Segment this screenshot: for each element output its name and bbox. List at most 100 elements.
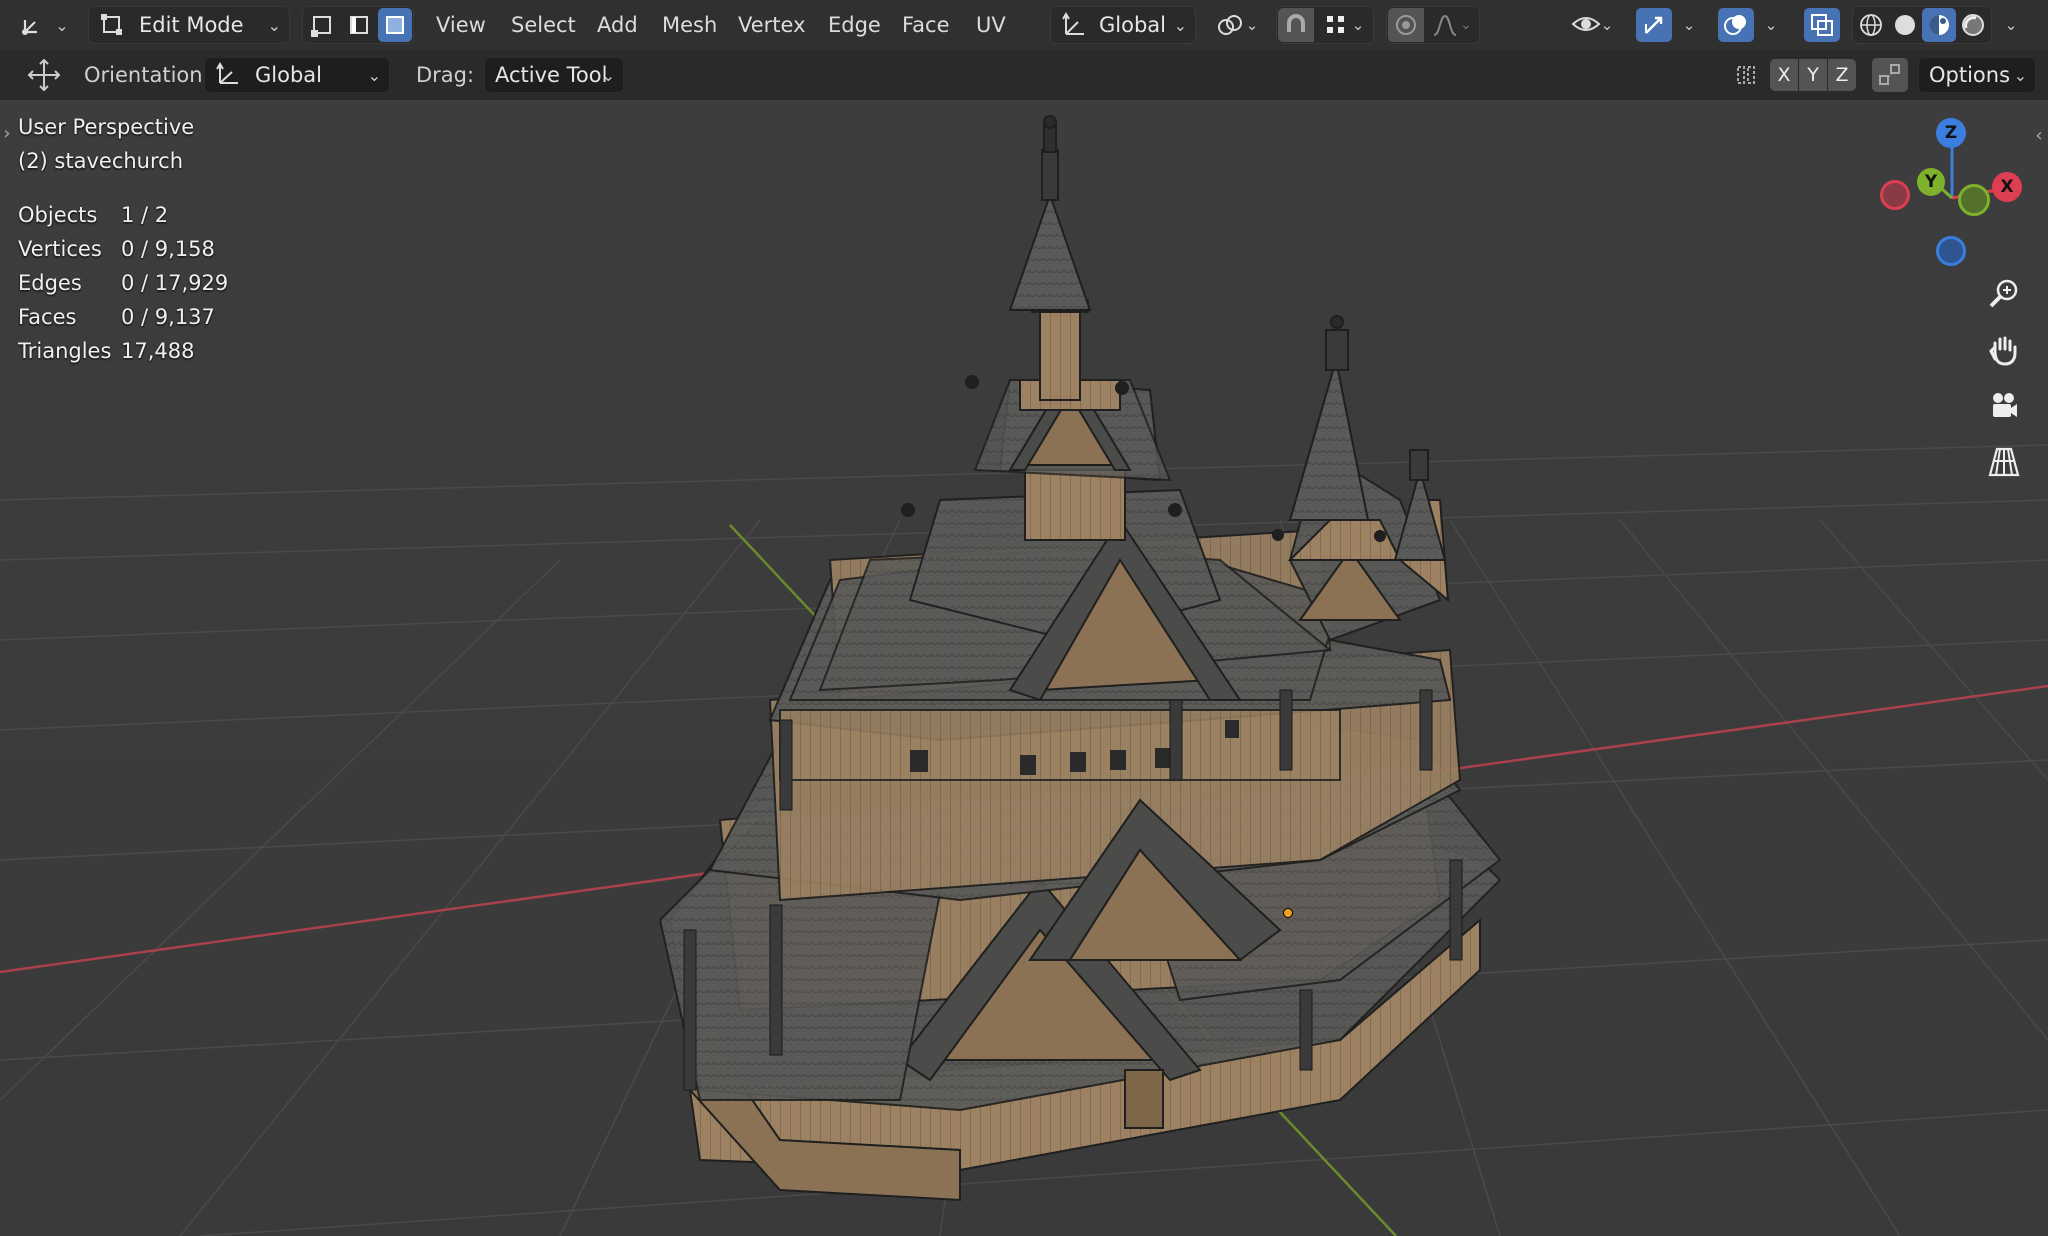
camera-view-button[interactable]: [1980, 382, 2028, 430]
grid-icon: [1988, 447, 2020, 477]
gizmo-x-axis[interactable]: X: [1992, 172, 2022, 202]
move-tool-button[interactable]: [24, 56, 64, 94]
active-object-name: (2) stavechurch: [18, 149, 184, 173]
menu-edge[interactable]: Edge: [828, 6, 881, 44]
orientation-dropdown[interactable]: Global ⌄: [204, 57, 390, 93]
viewport-info-overlay: User Perspective (2) stavechurch Objects…: [18, 110, 228, 368]
gizmo-y-axis[interactable]: Y: [1917, 168, 1945, 196]
transform-orientation-label: Global: [1099, 13, 1166, 37]
mirror-icon: [1737, 66, 1755, 84]
menu-vertex[interactable]: Vertex: [738, 6, 806, 44]
xray-toggle[interactable]: [1804, 8, 1840, 42]
mirror-z-toggle[interactable]: Z: [1828, 59, 1856, 91]
gizmo-z-axis[interactable]: Z: [1936, 118, 1966, 148]
edge-select-icon: [350, 16, 368, 34]
auto-merge-icon: [1879, 64, 1900, 85]
mirror-x-toggle[interactable]: X: [1770, 59, 1798, 91]
orientation-value: Global: [255, 63, 322, 87]
rendered-shading-button[interactable]: [1956, 8, 1990, 42]
solid-shading-icon: [1895, 15, 1915, 35]
snap-toggle[interactable]: [1278, 8, 1314, 42]
object-origin: [1283, 908, 1293, 918]
material-shading-button[interactable]: [1922, 8, 1956, 42]
vertex-select-button[interactable]: [304, 8, 340, 42]
3d-viewport[interactable]: › ‹: [0, 100, 2048, 1236]
viewport-header: ⌄ Edit Mode ⌄ View Select Add Mesh Verte…: [0, 0, 2048, 50]
solid-shading-button[interactable]: [1888, 8, 1922, 42]
snap-icon: [1287, 14, 1305, 32]
shading-dropdown[interactable]: ⌄: [1996, 8, 2026, 42]
options-label: Options: [1929, 63, 2011, 87]
edit-mode-icon: [101, 14, 122, 35]
viewport-scene: [0, 100, 2048, 1236]
menu-view[interactable]: View: [436, 6, 486, 44]
mode-label: Edit Mode: [139, 13, 244, 37]
sidebar-region-toggle[interactable]: ‹: [2032, 120, 2046, 150]
wireframe-shading-icon: [1860, 14, 1882, 36]
overlay-icon: [1724, 15, 1746, 35]
menu-mesh[interactable]: Mesh: [662, 6, 717, 44]
selectability-visibility-dropdown[interactable]: ⌄: [1562, 6, 1622, 44]
gizmo-neg-y-axis[interactable]: [1958, 184, 1990, 216]
drag-dropdown[interactable]: Active Tool ⌄: [484, 57, 624, 93]
zoom-icon: [1989, 279, 2018, 308]
edge-select-button[interactable]: [341, 8, 377, 42]
vertex-select-icon: [311, 16, 331, 37]
face-select-button[interactable]: [378, 8, 412, 42]
stat-triangles: Triangles 17,488: [18, 339, 195, 363]
chevron-down-icon: ⌄: [601, 65, 615, 85]
proportional-edit-icon: [1396, 15, 1416, 35]
gizmo-neg-z-axis[interactable]: [1936, 236, 1966, 266]
overlay-dropdown[interactable]: ⌄: [1756, 8, 1786, 42]
zoom-button[interactable]: [1980, 270, 2028, 318]
face-select-icon: [386, 16, 404, 34]
menu-select[interactable]: Select: [511, 6, 576, 44]
stat-vertices: Vertices 0 / 9,158: [18, 237, 215, 261]
options-dropdown[interactable]: Options ⌄: [1918, 57, 2036, 93]
rendered-shading-icon: [1962, 14, 1984, 36]
pan-button[interactable]: [1980, 326, 2028, 374]
material-shading-icon: [1929, 15, 1949, 35]
transform-orientation-dropdown[interactable]: Global ⌄: [1050, 6, 1196, 44]
mirror-y-toggle[interactable]: Y: [1799, 59, 1827, 91]
drag-label: Drag:: [416, 63, 475, 87]
perspective-toggle-button[interactable]: [1980, 438, 2028, 486]
gizmo-neg-x-axis[interactable]: [1880, 180, 1910, 210]
pivot-point-dropdown[interactable]: ⌄: [1208, 6, 1264, 44]
transform-orientation-icon: [216, 62, 238, 84]
menu-add[interactable]: Add: [597, 6, 638, 44]
move-tool-icon: [27, 58, 61, 92]
menu-face[interactable]: Face: [902, 6, 950, 44]
drag-value: Active Tool: [495, 63, 608, 87]
editor-type-icon: [22, 20, 38, 35]
view-name: User Perspective: [18, 115, 195, 139]
transform-orientation-icon: [1062, 12, 1084, 35]
chevron-down-icon: ⌄: [367, 65, 381, 85]
stat-faces: Faces 0 / 9,137: [18, 305, 215, 329]
gizmo-icon: [1645, 16, 1663, 34]
stat-objects: Objects 1 / 2: [18, 203, 169, 227]
chevron-down-icon: ⌄: [267, 15, 281, 35]
overlay-toggle[interactable]: [1718, 8, 1754, 42]
pivot-icon: [1217, 15, 1242, 35]
proportional-edit-toggle[interactable]: [1388, 8, 1424, 42]
chevron-down-icon: ⌄: [1173, 15, 1187, 35]
mirror-options-button[interactable]: [1728, 58, 1764, 92]
stat-edges: Edges 0 / 17,929: [18, 271, 229, 295]
pan-hand-icon: [1989, 336, 2017, 366]
visibility-icon: [1571, 17, 1601, 31]
orientation-label: Orientation:: [84, 63, 210, 87]
chevron-down-icon: ⌄: [2013, 65, 2027, 85]
toolbar-region-toggle[interactable]: ›: [0, 118, 14, 148]
editor-type-button[interactable]: ⌄: [12, 6, 78, 44]
mode-dropdown[interactable]: Edit Mode ⌄: [88, 6, 290, 44]
gizmo-toggle[interactable]: [1636, 8, 1672, 42]
camera-icon: [1993, 393, 2017, 417]
falloff-icon: [1433, 14, 1457, 36]
snap-target-dropdown[interactable]: ⌄: [1316, 8, 1372, 42]
falloff-dropdown[interactable]: ⌄: [1426, 8, 1478, 42]
auto-merge-toggle[interactable]: [1872, 58, 1908, 92]
gizmo-dropdown[interactable]: ⌄: [1674, 8, 1704, 42]
wireframe-shading-button[interactable]: [1854, 8, 1888, 42]
menu-uv[interactable]: UV: [976, 6, 1006, 44]
